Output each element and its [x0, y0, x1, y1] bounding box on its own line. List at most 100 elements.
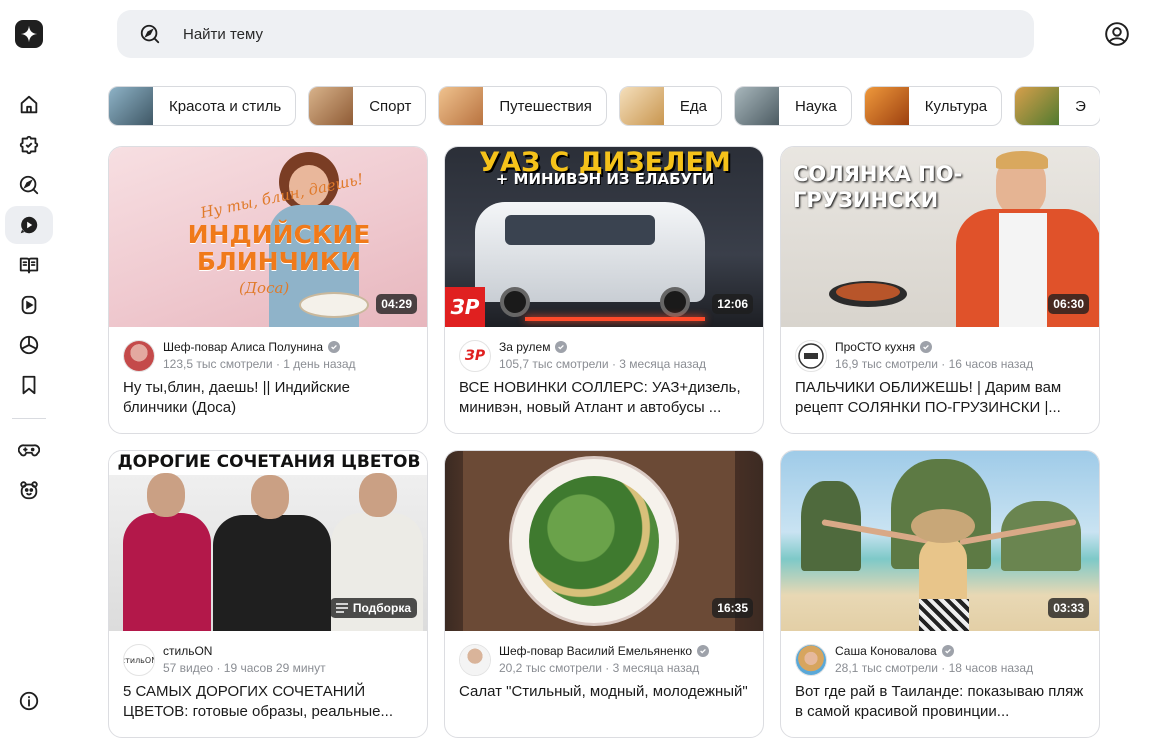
chip-thumbnail	[439, 87, 484, 125]
video-title[interactable]: Вот где рай в Таиланде: показываю пляж в…	[795, 682, 1085, 722]
video-thumbnail[interactable]: Ну ты, блин, даешь! ИНДИЙСКИЕ БЛИНЧИКИ (…	[109, 147, 427, 327]
video-stats: 123,5 тыс смотрели · 1 день назад	[163, 357, 356, 371]
channel-avatar[interactable]	[459, 644, 491, 676]
profile-icon	[1105, 22, 1129, 46]
sidebar-item-shorts[interactable]	[5, 286, 53, 324]
chip-travel[interactable]: Путешествия	[438, 86, 607, 126]
chip-label: Наука	[795, 97, 837, 115]
sidebar-item-cube[interactable]	[5, 326, 53, 364]
video-meta: ПроСТО кухня 16,9 тыс смотрели · 16 часо…	[795, 337, 1087, 373]
video-meta: стильON стильON 57 видео · 19 часов 29 м…	[123, 641, 415, 677]
thumb-overlay-sub: + МИНИВЭН ИЗ ЕЛАБУГИ	[495, 170, 715, 188]
video-thumbnail[interactable]: СОЛЯНКА ПО-ГРУЗИНСКИ 06:30	[781, 147, 1099, 327]
video-card[interactable]: ДОРОГИЕ СОЧЕТАНИЯ ЦВЕТОВ Подборка стильO…	[108, 450, 428, 738]
video-card[interactable]: УАЗ С ДИЗЕЛЕМ + МИНИВЭН ИЗ ЕЛАБУГИ ЗР 12…	[444, 146, 764, 434]
channel-avatar[interactable]	[795, 340, 827, 372]
chip-label: Еда	[679, 97, 708, 115]
sidebar-item-games[interactable]	[5, 431, 53, 469]
video-stats: 57 видео · 19 часов 29 минут	[163, 661, 326, 675]
thumb-overlay-title: СОЛЯНКА ПО-ГРУЗИНСКИ	[793, 162, 963, 212]
profile-button[interactable]	[1104, 21, 1130, 47]
video-card[interactable]: СОЛЯНКА ПО-ГРУЗИНСКИ 06:30 ПроСТО кухня …	[780, 146, 1100, 434]
channel-avatar[interactable]: стильON	[123, 644, 155, 676]
sidebar-item-video[interactable]	[5, 206, 53, 244]
video-card[interactable]: 16:35 Шеф-повар Василий Емельяненко 20,2…	[444, 450, 764, 738]
duration-badge: 04:29	[376, 294, 417, 314]
chip-thumbnail	[619, 87, 664, 125]
channel-logo-icon	[798, 343, 824, 369]
channel-name-text: Шеф-повар Василий Емельяненко	[499, 644, 693, 658]
thumb-person-jacket	[213, 515, 331, 631]
playlist-icon	[335, 603, 348, 613]
video-card[interactable]: 03:33 Саша Коновалова 28,1 тыс смотрели …	[780, 450, 1100, 738]
search-bar[interactable]: Найти тему	[117, 10, 1034, 58]
duration-badge: 06:30	[1048, 294, 1089, 314]
channel-name[interactable]: ПроСТО кухня	[835, 340, 933, 354]
channel-name[interactable]: Шеф-повар Василий Емельяненко	[499, 644, 710, 658]
video-thumbnail[interactable]: ДОРОГИЕ СОЧЕТАНИЯ ЦВЕТОВ Подборка	[109, 451, 427, 631]
video-thumbnail[interactable]: 16:35	[445, 451, 763, 631]
thumb-swimsuit	[919, 599, 969, 631]
sidebar-item-home[interactable]	[5, 86, 53, 124]
video-thumbnail[interactable]: УАЗ С ДИЗЕЛЕМ + МИНИВЭН ИЗ ЕЛАБУГИ ЗР 12…	[445, 147, 763, 327]
sidebar-item-puzzle[interactable]	[5, 126, 53, 164]
home-icon	[20, 95, 38, 114]
thumb-overlay-sub: (Доса)	[239, 279, 290, 297]
search-input[interactable]: Найти тему	[183, 26, 263, 43]
sidebar-divider	[12, 418, 46, 419]
video-title[interactable]: ПАЛЬЧИКИ ОБЛИЖЕШЬ! | Дарим вам рецепт СО…	[795, 378, 1085, 418]
duration-badge: 16:35	[712, 598, 753, 618]
verified-icon	[328, 341, 341, 353]
category-chips: Красота и стиль Спорт Путешествия Еда На…	[108, 86, 1100, 126]
bookmark-icon	[22, 375, 36, 395]
cube-icon	[19, 335, 39, 355]
thumb-person-face	[251, 475, 289, 519]
video-thumbnail[interactable]: 03:33	[781, 451, 1099, 631]
sidebar-item-bookmarks[interactable]	[5, 366, 53, 404]
logo-button[interactable]	[15, 20, 43, 48]
video-stats: 20,2 тыс смотрели · 3 месяца назад	[499, 661, 700, 675]
video-meta: Шеф-повар Василий Емельяненко 20,2 тыс с…	[459, 641, 751, 677]
thumb-person-face	[359, 473, 397, 517]
video-title[interactable]: Салат "Стильный, модный, молодежный"	[459, 682, 749, 702]
channel-name[interactable]: стильON	[163, 644, 212, 658]
video-stats: 105,7 тыс смотрели · 3 месяца назад	[499, 357, 706, 371]
chip-label: Спорт	[369, 97, 412, 115]
channel-avatar[interactable]	[795, 644, 827, 676]
channel-avatar[interactable]	[123, 340, 155, 372]
verified-icon	[697, 645, 710, 657]
chip-more[interactable]: Э	[1014, 86, 1100, 126]
channel-avatar[interactable]: ЗР	[459, 340, 491, 372]
chip-culture[interactable]: Культура	[863, 86, 1003, 126]
channel-name-text: Саша Коновалова	[835, 644, 937, 658]
chip-beauty[interactable]: Красота и стиль	[108, 86, 297, 126]
thumb-salad	[529, 476, 659, 606]
chip-thumbnail	[109, 87, 153, 125]
video-card[interactable]: Ну ты, блин, даешь! ИНДИЙСКИЕ БЛИНЧИКИ (…	[108, 146, 428, 434]
sidebar-item-info[interactable]	[5, 682, 53, 720]
channel-avatar-logo: стильON	[124, 655, 155, 665]
compass-search-icon	[140, 24, 160, 44]
video-title[interactable]: 5 САМЫХ ДОРОГИХ СОЧЕТАНИЙ ЦВЕТОВ: готовы…	[123, 682, 413, 722]
chip-label: Культура	[924, 97, 988, 115]
chip-food[interactable]: Еда	[618, 86, 723, 126]
collection-badge: Подборка	[329, 598, 417, 618]
channel-name-text: стильON	[163, 644, 213, 658]
sidebar-item-articles[interactable]	[5, 246, 53, 284]
channel-name[interactable]: За рулем	[499, 340, 568, 354]
chip-science[interactable]: Наука	[734, 86, 852, 126]
sidebar-item-explore[interactable]	[5, 166, 53, 204]
channel-name[interactable]: Саша Коновалова	[835, 644, 954, 658]
video-title[interactable]: ВСЕ НОВИНКИ СОЛЛЕРС: УАЗ+дизель, минивэн…	[459, 378, 749, 418]
sidebar	[0, 0, 58, 742]
collection-badge-label: Подборка	[352, 601, 411, 615]
verified-icon	[941, 645, 954, 657]
video-title[interactable]: Ну ты,блин, даешь! || Индийские блинчики…	[123, 378, 413, 418]
thumb-plate	[299, 292, 369, 318]
channel-name[interactable]: Шеф-повар Алиса Полунина	[163, 340, 341, 354]
chip-sport[interactable]: Спорт	[308, 86, 427, 126]
kids-icon	[20, 481, 38, 500]
thumb-van-window	[505, 215, 655, 245]
sidebar-item-kids[interactable]	[5, 471, 53, 509]
thumb-person-face	[147, 473, 185, 517]
